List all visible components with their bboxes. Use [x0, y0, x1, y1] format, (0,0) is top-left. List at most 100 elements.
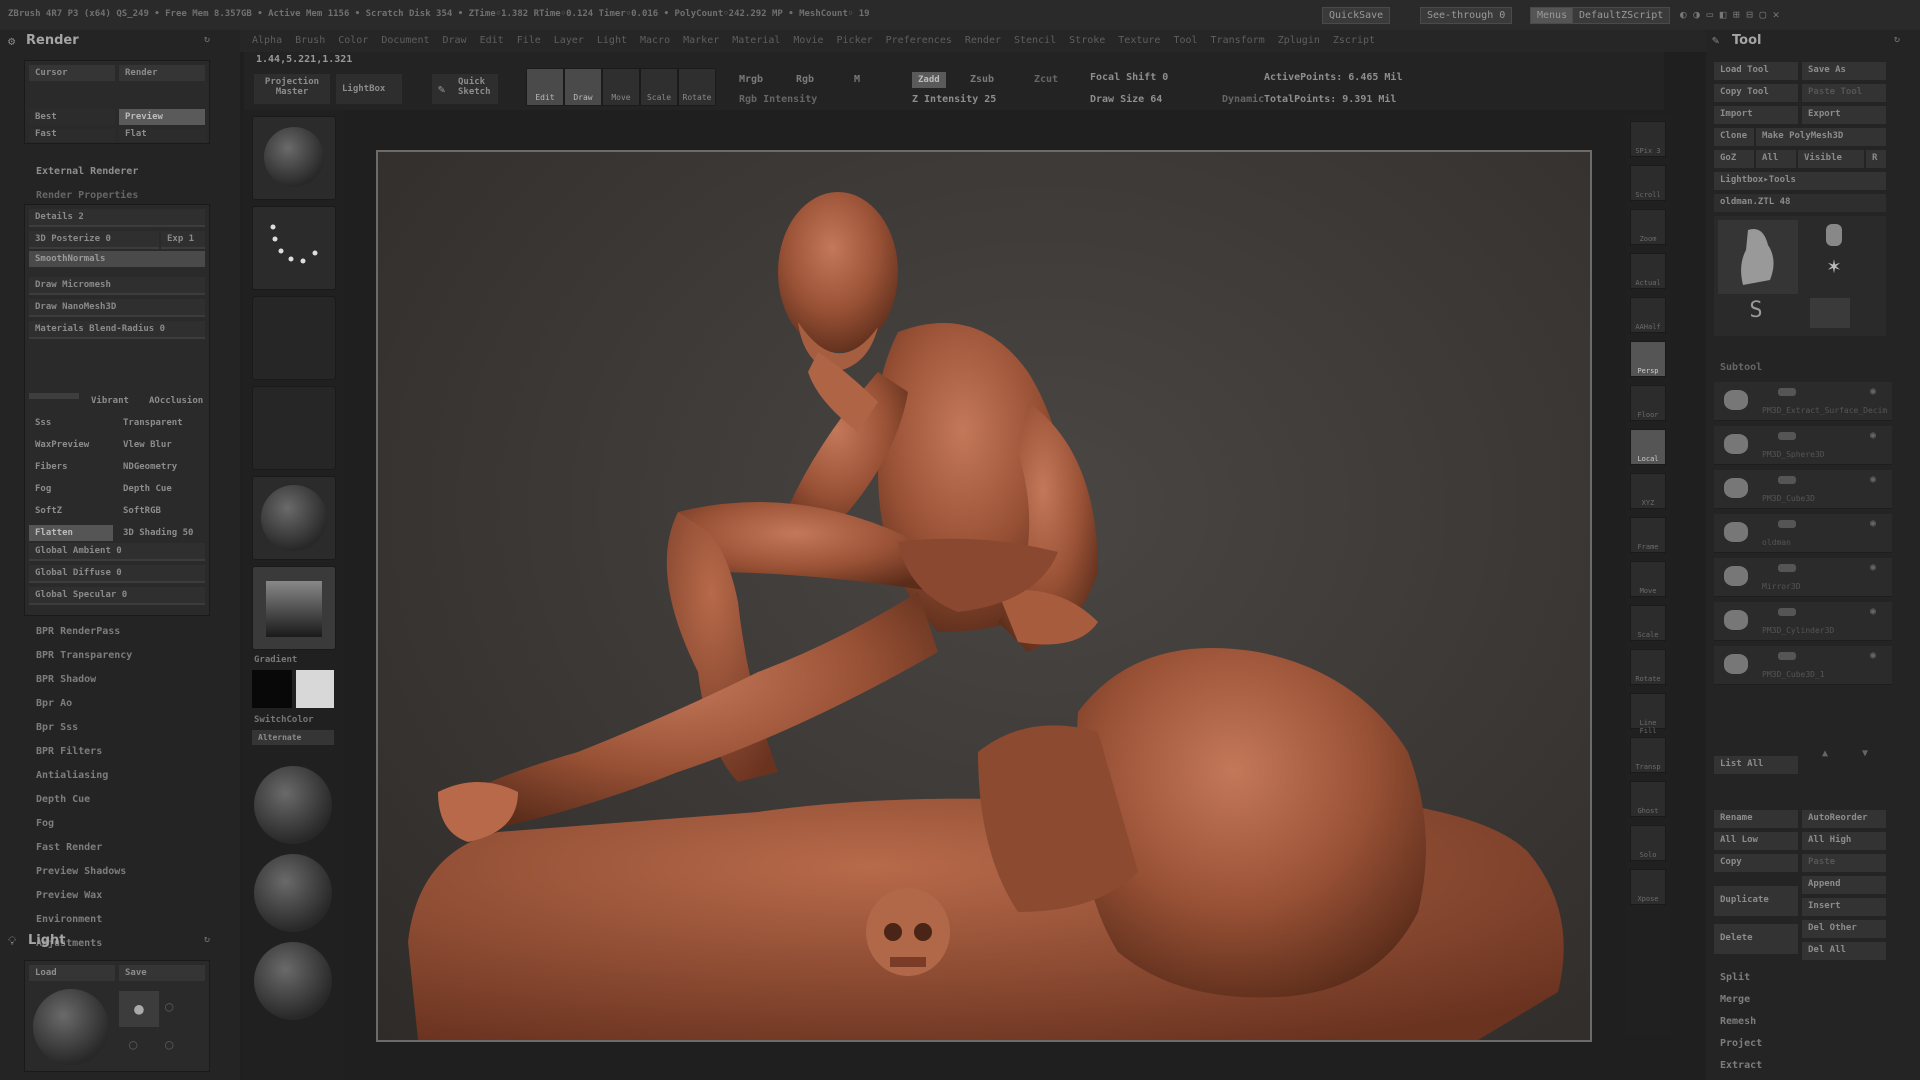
menu-edit[interactable]: Edit	[480, 35, 504, 46]
tool-scale-button[interactable]: Scale	[640, 68, 678, 106]
light-bulb-icon[interactable]: ●	[119, 991, 159, 1027]
external-renderer-header[interactable]: External Renderer	[36, 166, 138, 177]
lightbox-tools-button[interactable]: Lightbox▸Tools	[1714, 172, 1886, 190]
shelf-spix-3-button[interactable]: SPix 3	[1630, 121, 1666, 157]
shelf-floor-button[interactable]: Floor	[1630, 385, 1666, 421]
polypaint-toggle-icon[interactable]	[1778, 564, 1796, 572]
menu-zplugin[interactable]: Zplugin	[1278, 35, 1320, 46]
brush-thumbnail[interactable]	[252, 116, 336, 200]
polypaint-toggle-icon[interactable]	[1778, 388, 1796, 396]
materials-blend-slider[interactable]: Materials Blend-Radius 0	[29, 321, 205, 339]
visibility-eye-icon[interactable]: ◉	[1870, 518, 1876, 529]
visibility-eye-icon[interactable]: ◉	[1870, 562, 1876, 573]
menu-texture[interactable]: Texture	[1118, 35, 1160, 46]
visibility-eye-icon[interactable]: ◉	[1870, 474, 1876, 485]
list-all-button[interactable]: List All	[1714, 756, 1798, 774]
menu-tool[interactable]: Tool	[1173, 35, 1197, 46]
rgb-button[interactable]: Rgb	[796, 74, 814, 85]
subtool-row[interactable]: Mirror3D ◉	[1714, 558, 1892, 597]
menu-layer[interactable]: Layer	[554, 35, 584, 46]
matcap-sphere-1[interactable]	[254, 766, 332, 844]
menus-button[interactable]: Menus	[1530, 7, 1575, 24]
insert-button[interactable]: Insert	[1802, 898, 1886, 916]
render-ndgeometry-toggle[interactable]: NDGeometry	[117, 459, 205, 475]
shelf-ghost-button[interactable]: Ghost	[1630, 781, 1666, 817]
goz-button[interactable]: GoZ	[1714, 150, 1754, 168]
zcut-button[interactable]: Zcut	[1034, 74, 1058, 85]
document-canvas[interactable]	[376, 150, 1592, 1042]
shelf-frame-button[interactable]: Frame	[1630, 517, 1666, 553]
all-low-button[interactable]: All Low	[1714, 832, 1798, 850]
menu-picker[interactable]: Picker	[837, 35, 873, 46]
menu-material[interactable]: Material	[732, 35, 780, 46]
subtool-row[interactable]: oldman ◉	[1714, 514, 1892, 553]
arrow-up-icon[interactable]: ▲	[1822, 748, 1828, 759]
current-tool-slider[interactable]: oldman.ZTL 48	[1714, 194, 1886, 212]
render-subpalette-preview-shadows[interactable]: Preview Shadows	[36, 860, 132, 884]
shelf-line-fill-button[interactable]: Line Fill	[1630, 693, 1666, 735]
paste-tool-button[interactable]: Paste Tool	[1802, 84, 1886, 102]
render-fibers-toggle[interactable]: Fibers	[29, 459, 113, 475]
shelf-transp-button[interactable]: Transp	[1630, 737, 1666, 773]
render-subpalette-preview-wax[interactable]: Preview Wax	[36, 884, 132, 908]
material-thumbnail[interactable]	[252, 476, 336, 560]
render-properties-header[interactable]: Render Properties	[36, 190, 138, 201]
m-button[interactable]: M	[854, 74, 860, 85]
light-sphere[interactable]	[33, 989, 109, 1065]
light-bulb-icon-2[interactable]: ○	[165, 999, 173, 1015]
import-button[interactable]: Import	[1714, 106, 1798, 124]
fast-button[interactable]: Fast	[29, 129, 115, 142]
texture-thumbnail[interactable]	[252, 386, 336, 470]
render-subpalette-bpr-transparency[interactable]: BPR Transparency	[36, 644, 132, 668]
tool-panel-refresh-icon[interactable]: ↻	[1894, 34, 1900, 45]
render-3d-shading-50-toggle[interactable]: 3D Shading 50	[117, 525, 205, 541]
mrgb-button[interactable]: Mrgb	[739, 74, 763, 85]
window-controls-icon[interactable]: ◐ ◑ ▭ ◧ ⊞ ⊟ ▢ ✕	[1680, 8, 1779, 21]
projection-master-button[interactable]: Projection Master	[254, 74, 330, 104]
project-header[interactable]: Project	[1720, 1038, 1762, 1049]
polypaint-toggle-icon[interactable]	[1778, 476, 1796, 484]
subtool-row[interactable]: PM3D_Cube3D_1 ◉	[1714, 646, 1892, 685]
subtool-row[interactable]: PM3D_Cylinder3D ◉	[1714, 602, 1892, 641]
alpha-thumbnail[interactable]	[252, 296, 336, 380]
shelf-actual-button[interactable]: Actual	[1630, 253, 1666, 289]
make-polymesh-button[interactable]: Make PolyMesh3D	[1756, 128, 1886, 146]
details-slider[interactable]: Details 2	[29, 209, 205, 227]
switchcolor-button[interactable]: SwitchColor	[254, 715, 314, 725]
paste-button[interactable]: Paste	[1802, 854, 1886, 872]
menu-light[interactable]: Light	[597, 35, 627, 46]
polymesh-star-icon[interactable]: ✶	[1814, 254, 1854, 284]
render-sss-toggle[interactable]: Sss	[29, 415, 113, 431]
extract-header[interactable]: Extract	[1720, 1060, 1762, 1071]
shelf-xyz-button[interactable]: XYZ	[1630, 473, 1666, 509]
menu-draw[interactable]: Draw	[443, 35, 467, 46]
del-all-button[interactable]: Del All	[1802, 942, 1886, 960]
render-vlew-blur-toggle[interactable]: Vlew Blur	[117, 437, 205, 453]
render-subpalette-bpr-renderpass[interactable]: BPR RenderPass	[36, 620, 132, 644]
tool-rotate-button[interactable]: Rotate	[678, 68, 716, 106]
best-button[interactable]: Best	[29, 109, 115, 125]
menu-marker[interactable]: Marker	[683, 35, 719, 46]
export-button[interactable]: Export	[1802, 106, 1886, 124]
draw-nanomesh-toggle[interactable]: Draw NanoMesh3D	[29, 299, 205, 317]
shelf-scale-button[interactable]: Scale	[1630, 605, 1666, 641]
cursor-button[interactable]: Cursor	[29, 65, 115, 81]
render-subpalette-fog[interactable]: Fog	[36, 812, 132, 836]
menu-document[interactable]: Document	[381, 35, 429, 46]
duplicate-button[interactable]: Duplicate	[1714, 886, 1798, 916]
polypaint-toggle-icon[interactable]	[1778, 652, 1796, 660]
copy-button[interactable]: Copy	[1714, 854, 1798, 872]
render-subpalette-antialiasing[interactable]: Antialiasing	[36, 764, 132, 788]
menu-alpha[interactable]: Alpha	[252, 35, 282, 46]
light-save-button[interactable]: Save	[119, 965, 205, 981]
clone-button[interactable]: Clone	[1714, 128, 1754, 146]
tool-edit-button[interactable]: Edit	[526, 68, 564, 106]
matcap-sphere-3[interactable]	[254, 942, 332, 1020]
dynamic-toggle[interactable]: Dynamic	[1222, 94, 1264, 105]
default-zscript-button[interactable]: DefaultZScript	[1572, 7, 1671, 24]
render-subpalette-fast-render[interactable]: Fast Render	[36, 836, 132, 860]
visibility-eye-icon[interactable]: ◉	[1870, 606, 1876, 617]
shelf-move-button[interactable]: Move	[1630, 561, 1666, 597]
draw-size-slider[interactable]: Draw Size 64	[1090, 94, 1162, 105]
gradient-swatch[interactable]	[252, 566, 336, 650]
